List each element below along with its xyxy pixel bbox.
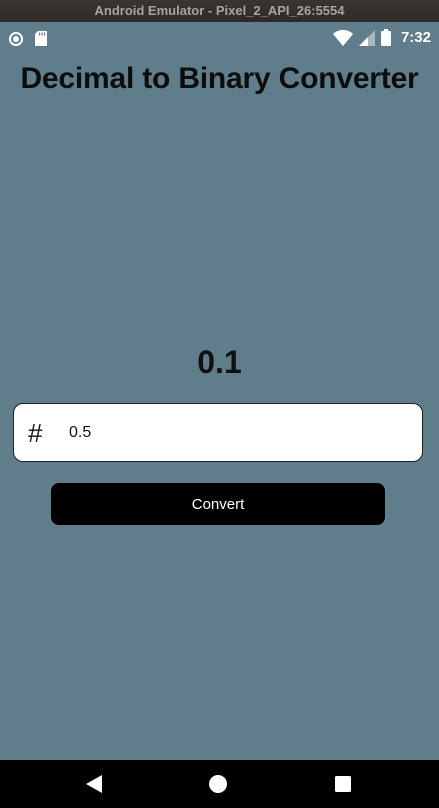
- home-icon[interactable]: [206, 772, 230, 796]
- number-input-container[interactable]: #: [13, 403, 423, 462]
- sd-card-icon: [35, 31, 47, 46]
- page-title: Decimal to Binary Converter: [20, 62, 419, 95]
- android-nav-bar: [0, 760, 439, 808]
- status-time: 7:32: [400, 29, 431, 46]
- cell-signal-icon: [358, 29, 375, 46]
- back-icon[interactable]: [82, 772, 106, 796]
- convert-button[interactable]: Convert: [51, 483, 385, 525]
- decimal-number-input[interactable]: [69, 416, 399, 450]
- notification-circle-icon: [9, 31, 23, 46]
- status-bar: 7:32: [0, 22, 439, 56]
- conversion-result: 0.1: [197, 344, 242, 380]
- status-bar-right-icons: 7:32: [332, 29, 431, 46]
- wifi-icon: [332, 29, 353, 46]
- status-bar-left-icons: [9, 31, 47, 46]
- recents-icon[interactable]: [331, 772, 355, 796]
- emulator-window-title: Android Emulator - Pixel_2_API_26:5554: [0, 0, 439, 22]
- hash-icon: #: [28, 418, 43, 448]
- battery-icon: [380, 29, 391, 46]
